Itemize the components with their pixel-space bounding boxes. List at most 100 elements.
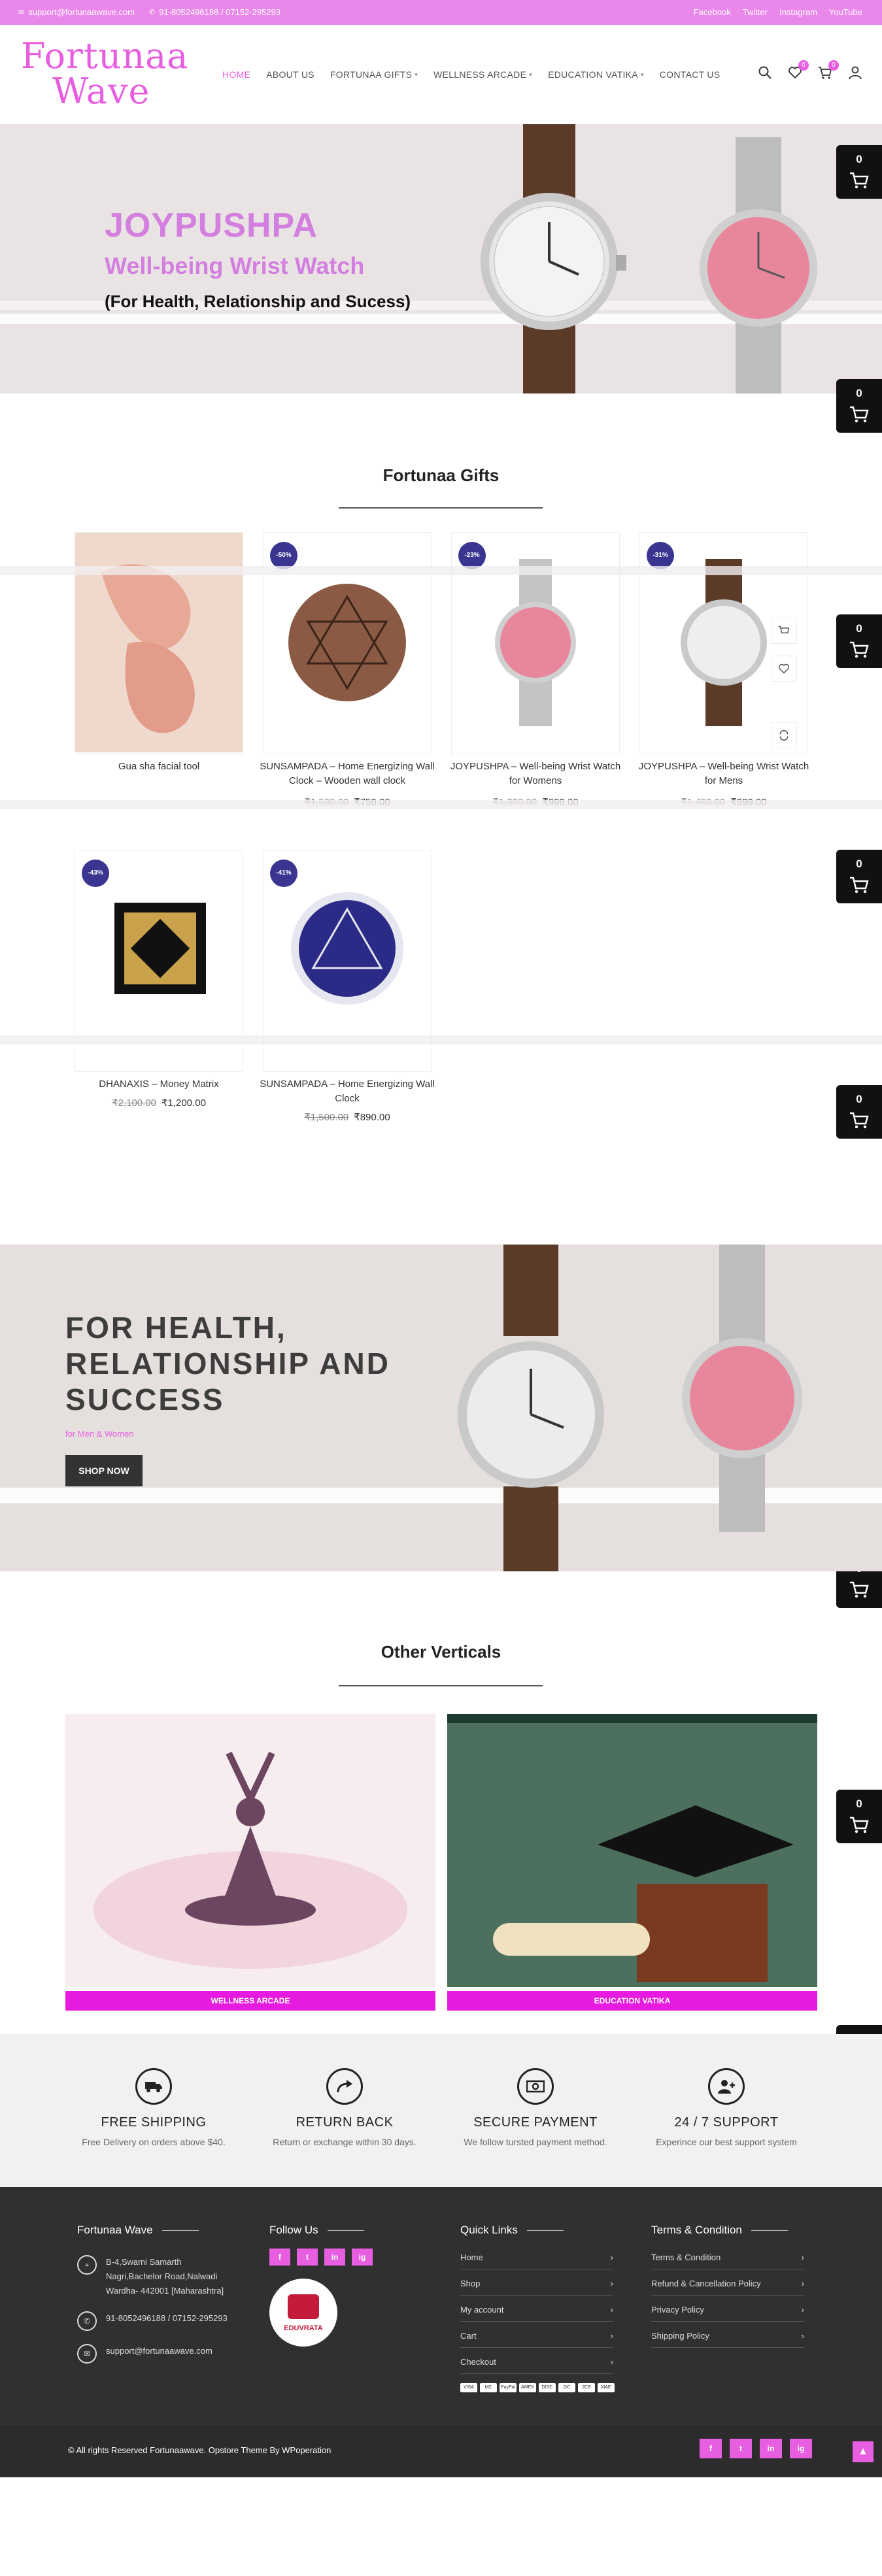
verticals-title-underline	[339, 1685, 543, 1686]
product-name[interactable]: DHANAXIS – Money Matrix	[67, 1077, 250, 1092]
promo-title-line-3: SUCCESS	[65, 1382, 225, 1416]
cart-icon	[850, 1112, 869, 1129]
nav-wellness-label: WELLNESS ARCADE	[433, 69, 527, 80]
feature-title: RETURN BACK	[296, 2115, 394, 2130]
footer-link-label: Checkout	[460, 2357, 496, 2367]
education-vatika-button[interactable]: EDUCATION VATIKA	[447, 1991, 817, 2011]
feature-desc: We follow tursted payment method.	[464, 2137, 607, 2147]
footer-link-checkout[interactable]: Checkout ›	[460, 2357, 613, 2374]
discount-badge: -23%	[458, 542, 486, 569]
floating-cart-button[interactable]: 0	[836, 379, 882, 433]
site-logo[interactable]: Fortunaa Wave	[21, 35, 188, 112]
footer-link-shop[interactable]: Shop ›	[460, 2279, 613, 2296]
instagram-icon[interactable]: ig	[790, 2439, 812, 2458]
linkedin-icon[interactable]: in	[324, 2249, 345, 2266]
twitter-icon[interactable]: t	[297, 2249, 318, 2266]
product-card[interactable]: -23%	[451, 532, 620, 754]
twitter-icon[interactable]: t	[730, 2439, 752, 2458]
cart-icon	[850, 406, 869, 423]
vertical-card-wellness[interactable]: WELLNESS ARCADE	[65, 1714, 435, 2015]
product-card[interactable]: -50%	[263, 532, 432, 754]
nav-wellness-arcade[interactable]: WELLNESS ARCADE ▾	[433, 69, 532, 80]
sale-price: ₹1,200.00	[161, 1097, 206, 1109]
footer-heading: Follow Us	[269, 2224, 426, 2237]
wishlist-icon[interactable]: 0	[788, 60, 809, 81]
nav-about-label: ABOUT US	[266, 69, 314, 80]
footer-link-refund[interactable]: Refund & Cancellation Policy ›	[651, 2279, 804, 2296]
feature-secure-payment: SECURE PAYMENT We follow tursted payment…	[441, 2068, 630, 2147]
footer-link-cart[interactable]: Cart ›	[460, 2331, 613, 2348]
promo-banner[interactable]: FOR HEALTH, RELATIONSHIP AND SUCCESS for…	[0, 1245, 882, 1571]
map-pin-icon: ⌖	[77, 2255, 97, 2275]
add-to-cart-icon[interactable]	[771, 618, 797, 644]
floating-cart-button[interactable]: 0	[836, 1790, 882, 1843]
footer-email-text: support@fortunaawave.com	[106, 2346, 212, 2356]
topbar-facebook-link[interactable]: Facebook	[694, 7, 731, 17]
footer-phone[interactable]: ✆ 91-8052496188 / 07152-295293	[77, 2311, 234, 2331]
chevron-right-icon: ›	[801, 2279, 804, 2288]
compare-icon[interactable]	[771, 722, 797, 748]
vertical-card-education[interactable]: EDUCATION VATIKA	[447, 1714, 817, 2015]
mastercard-icon: MC	[480, 2383, 497, 2392]
footer-link-my-account[interactable]: My account ›	[460, 2305, 613, 2322]
product-card[interactable]: -31%	[639, 532, 808, 754]
nav-about-us[interactable]: ABOUT US	[266, 69, 314, 80]
footer-col-terms: Terms & Condition Terms & Condition › Ref…	[651, 2224, 804, 2357]
footer-link-shipping[interactable]: Shipping Policy ›	[651, 2331, 804, 2348]
footer-link-terms[interactable]: Terms & Condition ›	[651, 2252, 804, 2269]
instagram-icon[interactable]: ig	[352, 2249, 373, 2266]
linkedin-icon[interactable]: in	[760, 2439, 782, 2458]
cart-icon[interactable]: 0	[818, 60, 839, 81]
shop-now-button[interactable]: SHOP NOW	[65, 1455, 143, 1486]
nav-fortunaa-gifts[interactable]: FORTUNAA GIFTS ▾	[330, 69, 418, 80]
search-icon[interactable]	[758, 65, 773, 81]
user-icon[interactable]	[848, 65, 864, 81]
footer-heading: Terms & Condition	[651, 2224, 804, 2237]
chevron-right-icon: ›	[801, 2331, 804, 2341]
footer-link-privacy[interactable]: Privacy Policy ›	[651, 2305, 804, 2322]
features-strip: FREE SHIPPING Free Delivery on orders ab…	[0, 2034, 882, 2187]
footer-link-home[interactable]: Home ›	[460, 2252, 613, 2269]
topbar-phone[interactable]: ✆ 91-8052496188 / 07152-295293	[149, 7, 280, 17]
product-price: ₹1,500.00 ₹890.00	[256, 1111, 439, 1123]
topbar-twitter-link[interactable]: Twitter	[743, 7, 768, 17]
sale-price: ₹890.00	[354, 1112, 390, 1123]
chevron-right-icon: ›	[610, 2357, 613, 2367]
nav-education-vatika[interactable]: EDUCATION VATIKA ▾	[548, 69, 644, 80]
floating-cart-button[interactable]: 0	[836, 145, 882, 199]
phone-icon: ✆	[149, 8, 156, 16]
nav-contact-us[interactable]: CONTACT US	[660, 69, 721, 80]
floating-cart-button[interactable]: 0	[836, 614, 882, 668]
product-name[interactable]: SUNSAMPADA – Home Energizing Wall Clock	[256, 1077, 439, 1106]
product-name[interactable]: JOYPUSHPA – Well-being Wrist Watch for W…	[444, 760, 627, 788]
heart-icon[interactable]	[771, 656, 797, 682]
nav-home[interactable]: HOME	[222, 69, 250, 80]
facebook-icon[interactable]: f	[269, 2249, 290, 2266]
product-name[interactable]: SUNSAMPADA – Home Energizing Wall Clock …	[256, 760, 439, 788]
floating-cart-button[interactable]: 0	[836, 1085, 882, 1139]
footer-email[interactable]: ✉ support@fortunaawave.com	[77, 2344, 234, 2364]
wellness-arcade-button[interactable]: WELLNESS ARCADE	[65, 1991, 435, 2011]
eduvrata-badge[interactable]: EDUVRATA	[269, 2279, 337, 2347]
book-icon	[288, 2294, 319, 2319]
cart-icon	[850, 877, 869, 894]
product-name[interactable]: JOYPUSHPA – Well-being Wrist Watch for M…	[632, 760, 815, 788]
wishlist-count-badge: 0	[798, 60, 809, 71]
hero-banner[interactable]: JOYPUSHPA Well-being Wrist Watch (For He…	[0, 124, 882, 393]
hero-title: JOYPUSHPA	[105, 207, 318, 244]
product-card[interactable]	[75, 532, 243, 754]
promo-subtitle: for Men & Women	[65, 1429, 134, 1439]
chevron-right-icon: ›	[610, 2252, 613, 2262]
topbar-instagram-link[interactable]: Instagram	[779, 7, 817, 17]
eduvrata-badge-text: EDUVRATA	[284, 2324, 323, 2332]
topbar-youtube-link[interactable]: YouTube	[829, 7, 862, 17]
scroll-to-top-button[interactable]: ▲	[853, 2441, 874, 2462]
row-overlay-band	[0, 1035, 882, 1045]
discount-badge: -41%	[270, 860, 297, 887]
discount-badge: -43%	[82, 860, 109, 887]
facebook-icon[interactable]: f	[700, 2439, 722, 2458]
topbar-email[interactable]: ✉ support@fortunaawave.com	[18, 7, 135, 17]
footer-link-label: Refund & Cancellation Policy	[651, 2279, 761, 2288]
floating-cart-button[interactable]: 0	[836, 850, 882, 903]
product-name[interactable]: Gua sha facial tool	[67, 760, 250, 774]
